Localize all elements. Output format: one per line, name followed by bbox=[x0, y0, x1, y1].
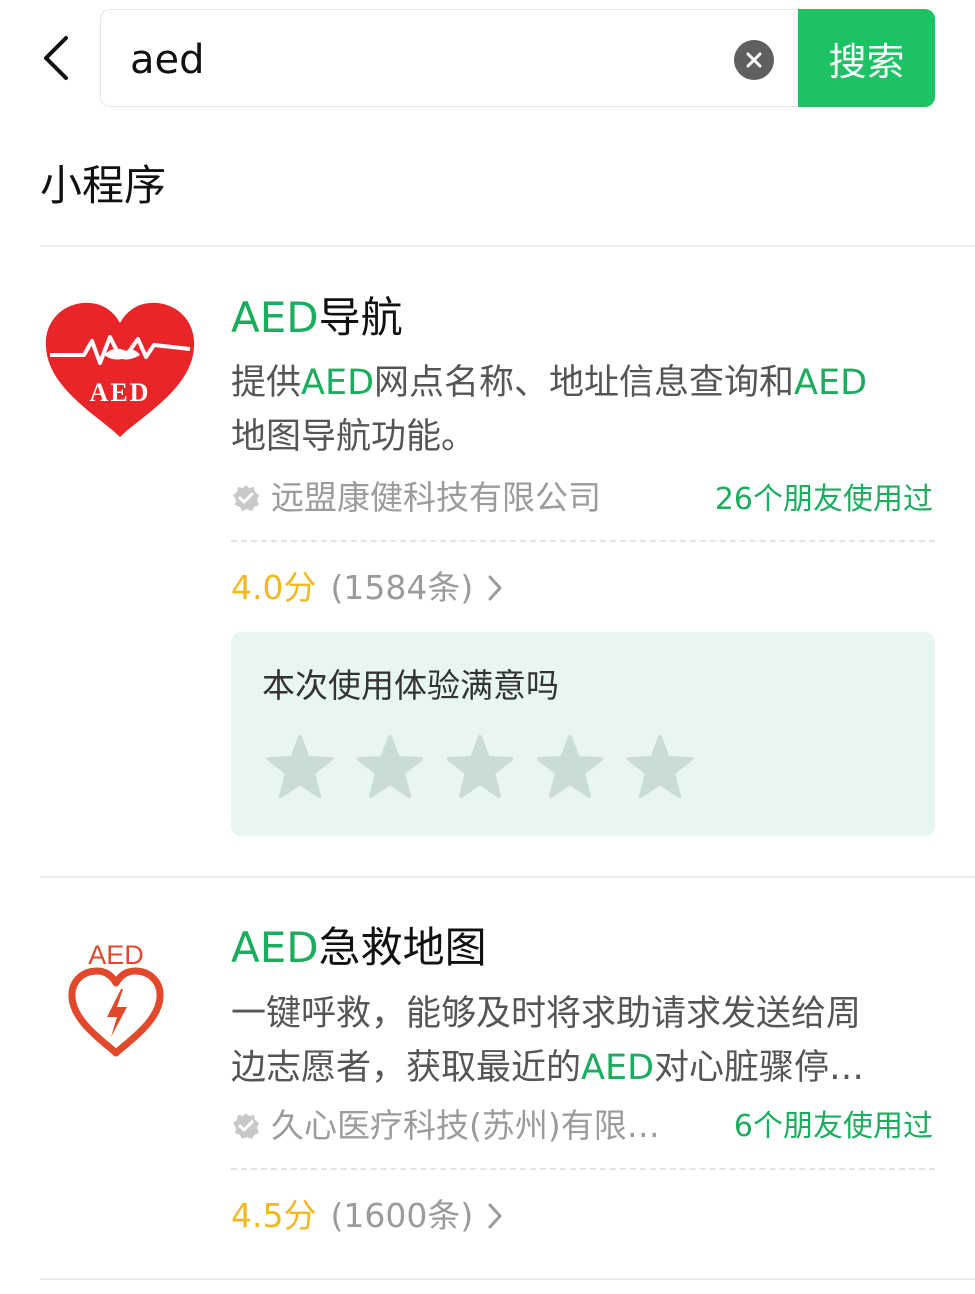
search-button[interactable]: 搜索 bbox=[798, 9, 935, 107]
star-icon[interactable] bbox=[447, 735, 513, 801]
back-button[interactable] bbox=[30, 28, 80, 88]
star-icon[interactable] bbox=[357, 735, 423, 801]
rating-score: 4.5分 bbox=[231, 1196, 317, 1235]
chevron-right-icon bbox=[488, 1203, 502, 1229]
survey-question: 本次使用体验满意吗 bbox=[262, 666, 559, 705]
rating-score: 4.0分 bbox=[231, 568, 317, 607]
verified-icon bbox=[233, 485, 259, 511]
close-icon bbox=[746, 52, 762, 68]
rating-count: (1600条) bbox=[330, 1196, 474, 1235]
friends-used: 26个朋友使用过 bbox=[714, 482, 933, 517]
friends-used: 6个朋友使用过 bbox=[733, 1109, 933, 1144]
aed-logo-text: AED bbox=[90, 378, 151, 407]
developer-info: 久心医疗科技(苏州)有限… bbox=[231, 1106, 660, 1146]
rating-count: (1584条) bbox=[330, 568, 474, 607]
search-input[interactable]: aed bbox=[130, 36, 205, 84]
search-input-container[interactable] bbox=[100, 9, 800, 107]
result-title[interactable]: AED导航 bbox=[231, 292, 403, 344]
dashed-divider bbox=[231, 1168, 935, 1170]
aed-logo-text: AED bbox=[88, 940, 144, 970]
result-description: 一键呼救，能够及时将求助请求发送给周 边志愿者，获取最近的AED对心脏骤停… bbox=[231, 994, 865, 1088]
star-icon[interactable] bbox=[267, 735, 333, 801]
aed-emergency-map-logo[interactable]: AED bbox=[65, 937, 167, 1062]
divider bbox=[40, 1278, 975, 1280]
satisfaction-survey bbox=[231, 632, 935, 836]
rating-link[interactable]: 4.5分 (1600条) bbox=[231, 1194, 503, 1238]
section-title: 小程序 bbox=[40, 161, 167, 210]
clear-search-button[interactable] bbox=[734, 40, 774, 80]
chevron-left-icon bbox=[44, 36, 68, 80]
divider bbox=[40, 245, 975, 247]
developer-info: 远盟康健科技有限公司 bbox=[231, 478, 601, 518]
star-icon[interactable] bbox=[537, 735, 603, 801]
verified-icon bbox=[233, 1113, 259, 1139]
rating-link[interactable]: 4.0分 (1584条) bbox=[231, 566, 503, 610]
chevron-right-icon bbox=[488, 575, 502, 601]
result-title[interactable]: AED急救地图 bbox=[231, 922, 487, 974]
aed-navigation-logo[interactable]: AED bbox=[40, 297, 200, 442]
divider bbox=[40, 876, 975, 878]
dashed-divider bbox=[231, 540, 935, 542]
star-icon[interactable] bbox=[627, 735, 693, 801]
result-description: 提供AED网点名称、地址信息查询和AED 地图导航功能。 bbox=[231, 363, 868, 457]
